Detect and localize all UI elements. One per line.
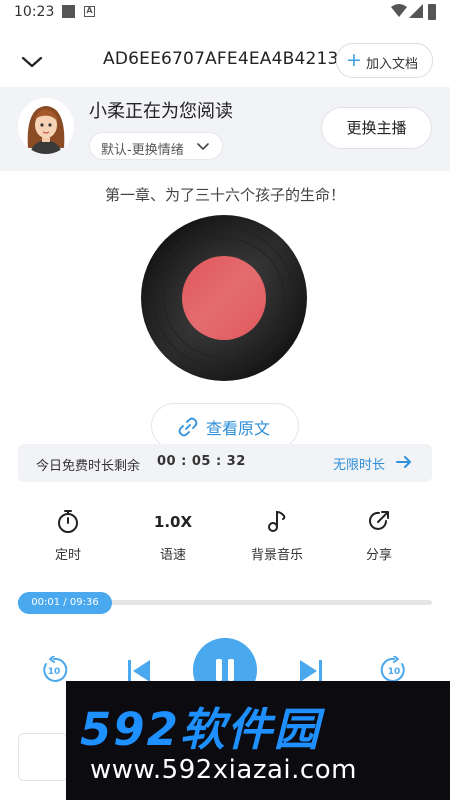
add-to-documents-button[interactable]: + 加入文档 bbox=[336, 43, 433, 78]
watermark-overlay: 592软件园 www.592xiazai.com bbox=[66, 681, 450, 800]
timer-label: 定时 bbox=[54, 548, 81, 563]
view-original-button[interactable]: 查看原文 bbox=[151, 403, 299, 449]
background-music-label: 背景音乐 bbox=[250, 548, 303, 563]
link-icon bbox=[178, 417, 198, 437]
watermark-brand: 592软件园 bbox=[80, 703, 321, 756]
bottom-panel[interactable] bbox=[18, 733, 68, 781]
unlimited-time-link[interactable]: 无限时长 bbox=[333, 454, 385, 473]
emotion-label: 默认-更换情绪 bbox=[101, 143, 184, 158]
forward-seconds: 10 bbox=[388, 667, 401, 677]
plus-icon: + bbox=[346, 49, 362, 71]
free-time-banner: 今日免费时长剩余 00 : 05 : 32 无限时长 bbox=[18, 444, 432, 482]
battery-icon bbox=[428, 4, 436, 20]
arrow-right-icon[interactable] bbox=[395, 454, 413, 470]
chapter-title: 第一章、为了三十六个孩子的生命！ bbox=[104, 186, 345, 204]
document-title: AD6EE6707AFE4EA4B4213 bbox=[103, 49, 339, 69]
reader-status-text: 小柔正在为您阅读 bbox=[89, 101, 233, 122]
collapse-chevron-down-icon[interactable] bbox=[18, 48, 46, 76]
music-note-icon bbox=[268, 510, 286, 532]
speed-button[interactable]: 1.0X 语速 bbox=[133, 506, 213, 570]
speed-value: 1.0X bbox=[153, 513, 193, 531]
a-notification-icon: A bbox=[84, 6, 95, 17]
share-label: 分享 bbox=[365, 548, 392, 563]
avatar bbox=[18, 98, 74, 154]
change-emotion-dropdown[interactable]: 默认-更换情绪 bbox=[89, 132, 223, 160]
share-button[interactable]: 分享 bbox=[339, 506, 419, 570]
watermark-url: www.592xiazai.com bbox=[90, 755, 357, 785]
rewind-seconds: 10 bbox=[48, 667, 61, 677]
background-music-button[interactable]: 背景音乐 bbox=[237, 506, 317, 570]
progress-time-thumb[interactable]: 00:01 / 09:36 bbox=[18, 592, 112, 614]
view-original-label: 查看原文 bbox=[206, 419, 271, 438]
share-icon bbox=[369, 511, 389, 530]
chevron-down-icon bbox=[197, 143, 209, 151]
signal-icon bbox=[409, 4, 423, 18]
reader-card: 小柔正在为您阅读 默认-更换情绪 更换主播 bbox=[0, 87, 450, 171]
free-time-remaining: 00 : 05 : 32 bbox=[157, 454, 246, 469]
timer-button[interactable]: 定时 bbox=[28, 506, 108, 570]
rewind-10-icon[interactable]: 10 bbox=[40, 656, 68, 684]
free-time-label: 今日免费时长剩余 bbox=[36, 459, 141, 474]
status-bar: 10:23 A bbox=[0, 0, 450, 26]
status-time: 10:23 bbox=[14, 4, 55, 20]
stopwatch-icon bbox=[58, 510, 78, 533]
wifi-icon bbox=[391, 4, 407, 17]
forward-10-icon[interactable]: 10 bbox=[380, 656, 408, 684]
notification-icon bbox=[62, 5, 75, 18]
change-anchor-button[interactable]: 更换主播 bbox=[321, 107, 432, 149]
speed-label: 语速 bbox=[159, 548, 186, 563]
add-doc-label: 加入文档 bbox=[366, 57, 419, 72]
vinyl-disc-icon bbox=[141, 215, 307, 381]
